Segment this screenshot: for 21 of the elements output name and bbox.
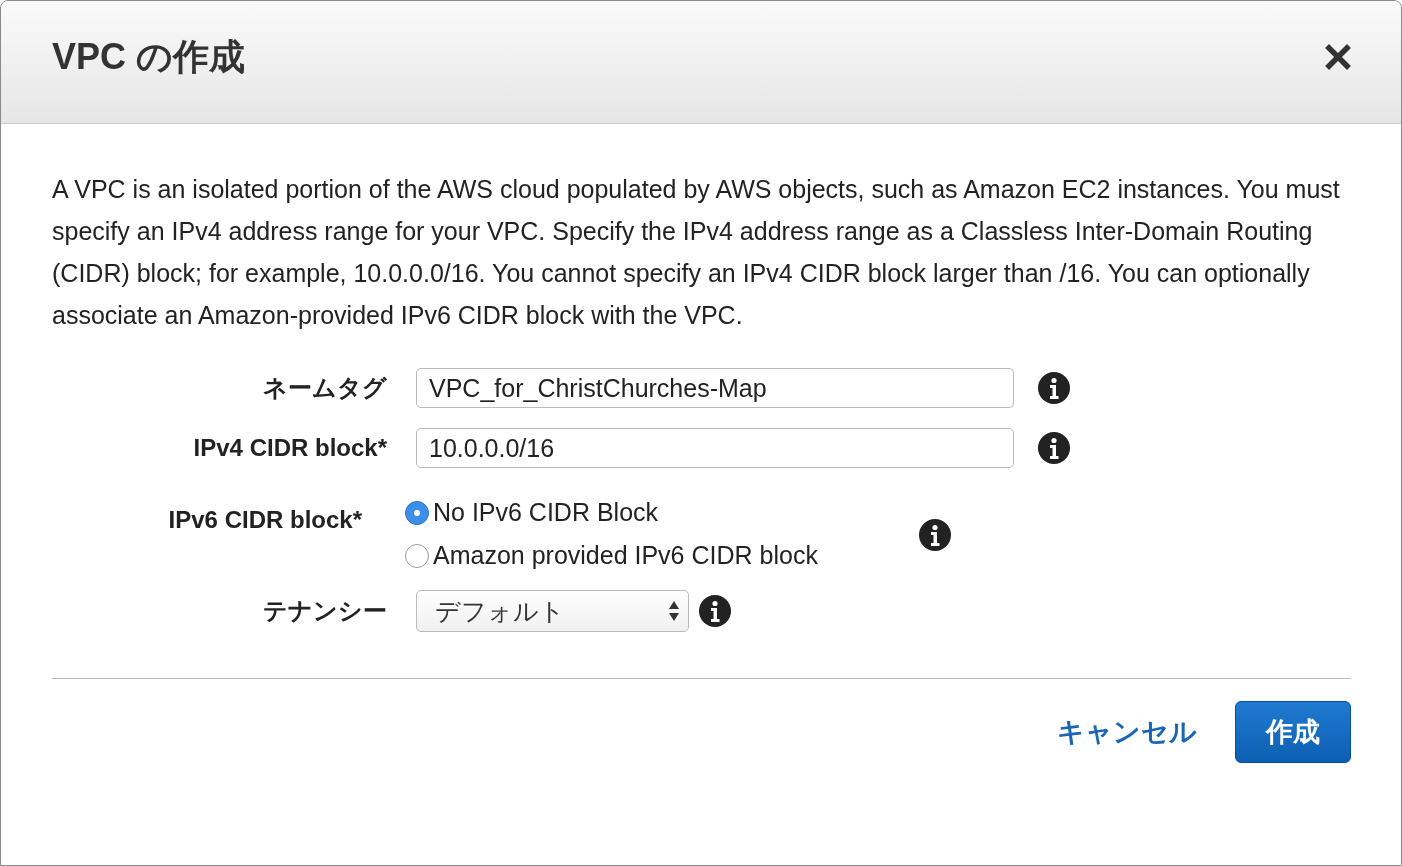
- field-label: IPv4 CIDR block*: [192, 434, 388, 462]
- description-text: A VPC is an isolated portion of the AWS cloud populated by AWS objects, such as Amazon EC2 instances. You must specify an IPv4 address range for your VPC. Specify the IPv4 address range as a Classless Inter-Domain Routing (CIDR) block; for example, 10.0.0.0/16. You cannot specify an IPv4 CIDR block larger than /16. You can optionally associate an Amazon-provided IPv6 CIDR block with the VPC.: [52, 174, 1341, 331]
- radio-label[interactable]: Amazon provided IPv6 CIDR block: [433, 541, 818, 570]
- close-button[interactable]: [1325, 44, 1351, 70]
- field-label: ネームタグ: [262, 373, 388, 403]
- dialog-title: VPC の作成: [52, 34, 246, 79]
- info-icon[interactable]: [699, 595, 731, 627]
- field-label: テナンシー: [262, 596, 388, 626]
- cancel-link[interactable]: キャンセル: [1057, 714, 1197, 750]
- radio-button[interactable]: [405, 543, 429, 568]
- radio-button[interactable]: [405, 500, 429, 525]
- radio-label[interactable]: No IPv6 CIDR Block: [433, 498, 659, 527]
- tenancy-select[interactable]: デフォルト: [416, 590, 689, 632]
- info-icon[interactable]: [1038, 432, 1070, 464]
- create-button[interactable]: 作成: [1235, 701, 1351, 763]
- caret-icon: [668, 599, 680, 623]
- input-field[interactable]: 10.0.0.0/16: [416, 428, 1014, 468]
- field-label: IPv6 CIDR block*: [167, 505, 363, 534]
- info-icon[interactable]: [1038, 372, 1070, 404]
- info-icon[interactable]: [919, 519, 951, 551]
- input-field[interactable]: VPC_for_ChristChurches-Map: [416, 368, 1014, 408]
